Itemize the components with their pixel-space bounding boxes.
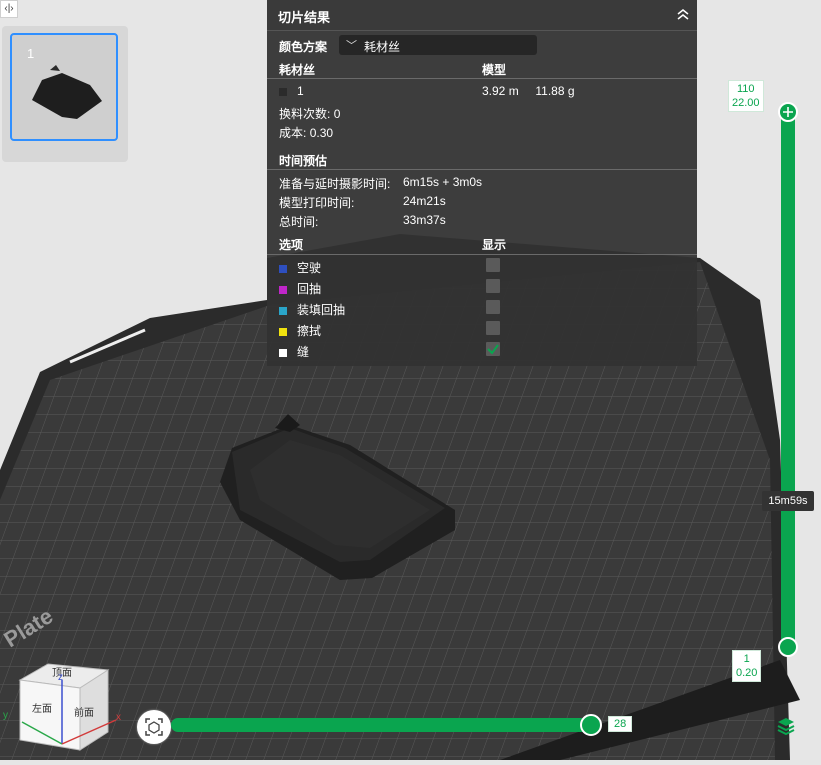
change-count-value: 0 <box>333 107 341 121</box>
filament-header: 耗材丝 <box>279 63 316 77</box>
model-length: 3.92 m <box>482 84 519 98</box>
layer-time-tooltip: 15m59s <box>762 491 814 511</box>
cost-value: 0.30 <box>309 126 334 140</box>
retract-visibility-checkbox[interactable] <box>486 279 500 293</box>
prep-time-label: 准备与延时摄影时间: <box>279 177 391 191</box>
option-label: 缝 <box>297 345 310 359</box>
change-count-label: 换料次数: <box>279 107 331 121</box>
cost-label: 成本: <box>279 126 307 140</box>
option-label: 擦拭 <box>297 324 322 338</box>
camera-view-icon <box>145 718 163 736</box>
view-cube-front[interactable]: 前面 <box>74 704 94 719</box>
plate-number: 1 <box>27 46 35 61</box>
layers-icon[interactable] <box>776 716 796 736</box>
plus-icon <box>783 107 793 117</box>
axis-z-label: z <box>58 672 63 683</box>
wipe-color-swatch <box>279 327 287 336</box>
prep-time-value: 6m15s + 3m0s <box>403 175 483 189</box>
bottom-layer-height: 0.20 <box>736 667 758 679</box>
option-label: 回抽 <box>297 282 322 296</box>
option-deretract: 装填回抽 <box>279 301 345 318</box>
model-weight: 11.88 g <box>535 84 575 98</box>
total-time-value: 33m37s <box>403 213 446 227</box>
checkmark-icon <box>487 344 499 355</box>
retract-color-swatch <box>279 285 287 294</box>
option-wipe: 擦拭 <box>279 322 321 339</box>
divider <box>267 78 697 79</box>
model-usage: 3.92 m 11.88 g <box>482 84 575 98</box>
travel-visibility-checkbox[interactable] <box>486 258 500 272</box>
gcode-move-value: 28 <box>608 716 633 732</box>
top-layer-number: 110 <box>736 83 755 95</box>
bottom-layer-handle[interactable] <box>778 637 798 657</box>
time-estimate-header: 时间预估 <box>279 154 328 168</box>
option-travel: 空驶 <box>279 259 321 276</box>
top-layer-label: 110 22.00 <box>728 80 764 112</box>
view-cube[interactable]: 顶面 左面 前面 y z x <box>0 660 128 760</box>
gcode-move-handle[interactable] <box>580 714 602 736</box>
cost: 成本: 0.30 <box>279 124 333 141</box>
chevron-down-icon: ﹀ <box>346 40 357 52</box>
slicing-results-panel: 切片结果 颜色方案 ﹀ 耗材丝 耗材丝 模型 1 3.92 m 11.88 g … <box>267 0 697 366</box>
color-scheme-label: 颜色方案 <box>279 40 328 54</box>
wipe-visibility-checkbox[interactable] <box>486 321 500 335</box>
panel-header: 切片结果 <box>267 0 697 31</box>
axis-y-label: y <box>3 710 8 721</box>
option-label: 空驶 <box>297 261 322 275</box>
travel-color-swatch <box>279 264 287 273</box>
layer-range-slider[interactable] <box>781 111 795 648</box>
axis-x-label: x <box>116 712 121 723</box>
collapse-sidebar-button[interactable]: ‹|› <box>0 0 18 18</box>
filament-color-swatch <box>279 87 287 96</box>
total-time-label: 总时间: <box>279 215 319 229</box>
filament-id: 1 <box>297 84 304 98</box>
divider <box>267 254 697 255</box>
seam-color-swatch <box>279 348 287 357</box>
top-layer-height: 22.00 <box>732 97 760 109</box>
option-seam: 缝 <box>279 343 309 360</box>
divider <box>267 169 697 170</box>
color-scheme-value: 耗材丝 <box>364 40 401 54</box>
color-scheme-dropdown[interactable]: ﹀ 耗材丝 <box>339 35 537 55</box>
deretract-visibility-checkbox[interactable] <box>486 300 500 314</box>
model-time-label: 模型打印时间: <box>279 196 355 210</box>
gcode-move-slider[interactable] <box>171 718 597 732</box>
view-reset-button[interactable] <box>137 710 171 744</box>
bottom-layer-number: 1 <box>743 653 750 665</box>
option-retract: 回抽 <box>279 280 321 297</box>
view-cube-left[interactable]: 左面 <box>32 700 52 715</box>
seam-visibility-checkbox[interactable] <box>486 342 500 356</box>
collapse-panel-icon[interactable] <box>675 5 691 23</box>
bottom-layer-label: 1 0.20 <box>732 650 762 682</box>
change-count: 换料次数: 0 <box>279 105 340 122</box>
filament-row: 1 <box>279 84 304 98</box>
option-label: 装填回抽 <box>297 303 346 317</box>
deretract-color-swatch <box>279 306 287 315</box>
display-header: 显示 <box>482 238 507 252</box>
model-header: 模型 <box>482 63 507 77</box>
plate-thumbnail[interactable]: 1 <box>10 33 118 141</box>
plate-list: 1 <box>2 26 128 162</box>
options-header: 选项 <box>279 238 304 252</box>
model-time-value: 24m21s <box>403 194 446 208</box>
top-layer-handle[interactable] <box>778 102 798 122</box>
panel-title: 切片结果 <box>278 10 331 25</box>
